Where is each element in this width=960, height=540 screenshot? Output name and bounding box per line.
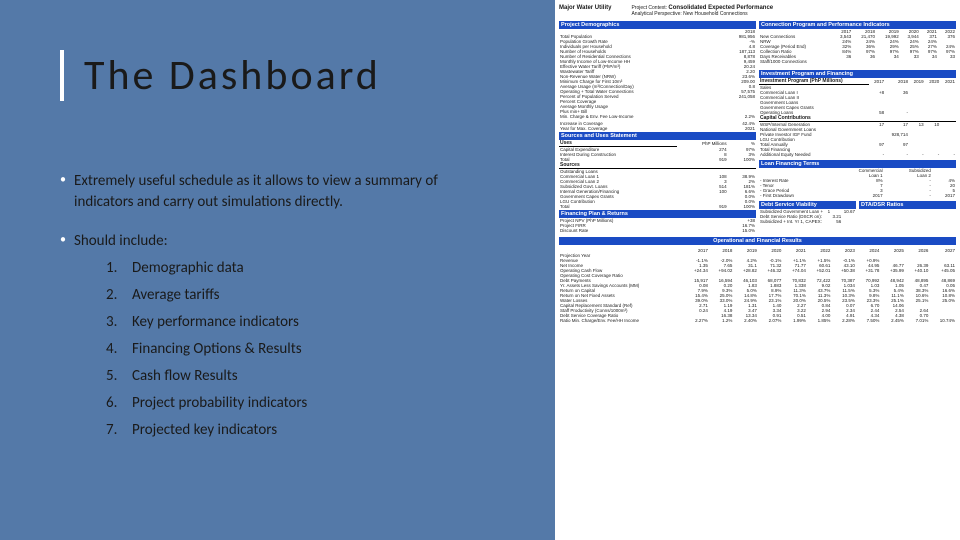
section-bar: Loan Financing Terms: [759, 160, 956, 168]
title-rule: The Dashboard: [60, 50, 525, 101]
section-bar: Sources and Uses Statement: [559, 132, 756, 140]
list-item: Project probability indicators: [106, 393, 495, 414]
sources-uses-table: UsesPhP Millions%Capital Expenditure2749…: [559, 140, 756, 209]
list-item: Demographic data: [106, 258, 495, 279]
bullet-icon: •: [60, 171, 74, 213]
dashboard-preview: Major Water Utility Project Context: Con…: [555, 0, 960, 540]
investment-table: Investment Program (PhP Millions)2017201…: [759, 78, 956, 157]
debt-viability-table: Subsidized Government Loan +110.67Debt S…: [759, 209, 856, 224]
bullet-2: • Should include: Demographic data Averag…: [60, 231, 525, 447]
include-list: Demographic data Average tariffs Key perfo…: [74, 258, 495, 441]
loan-terms-table: CommercialSubsidizedLoan 1Loan 2- Intere…: [759, 168, 956, 198]
list-item: Key performance indicators: [106, 312, 495, 333]
bullet-1: • Extremely useful schedule as it allows…: [60, 171, 525, 213]
section-bar: Financing Plan & Returns: [559, 210, 756, 218]
section-bar: Operational and Financial Results: [559, 237, 956, 245]
financing-plan-table: Project NPV (PhP Millions)+38Project FIR…: [559, 218, 756, 233]
section-bar: Investment Program and Financing: [759, 70, 956, 78]
list-item: Financing Options & Results: [106, 339, 495, 360]
section-bar: Connection Program and Performance Indic…: [759, 21, 956, 29]
bullet-2-lead: Should include:: [74, 231, 495, 252]
section-bar: Project Demographics: [559, 21, 756, 29]
bullet-icon: •: [60, 231, 74, 447]
section-bar: Debt Service Viability: [759, 201, 856, 209]
list-item: Projected key indicators: [106, 420, 495, 441]
list-item: Cash flow Results: [106, 366, 495, 387]
coverage-table: Increase in Coverage42.4%Year for Max. C…: [559, 121, 756, 131]
section-bar: DTA/DSR Ratios: [859, 201, 956, 209]
list-item: Average tariffs: [106, 285, 495, 306]
slide-left-panel: The Dashboard • Extremely useful schedul…: [0, 0, 555, 540]
connection-table: 201720182019202020212022New Connections3…: [759, 29, 956, 64]
operational-results-table: 2017201820192020202120222023202420252026…: [559, 248, 956, 323]
utility-name: Major Water Utility: [559, 5, 611, 11]
demographics-table: 2018Total Population981,956Population Gr…: [559, 29, 756, 119]
slide-title: The Dashboard: [84, 50, 525, 101]
